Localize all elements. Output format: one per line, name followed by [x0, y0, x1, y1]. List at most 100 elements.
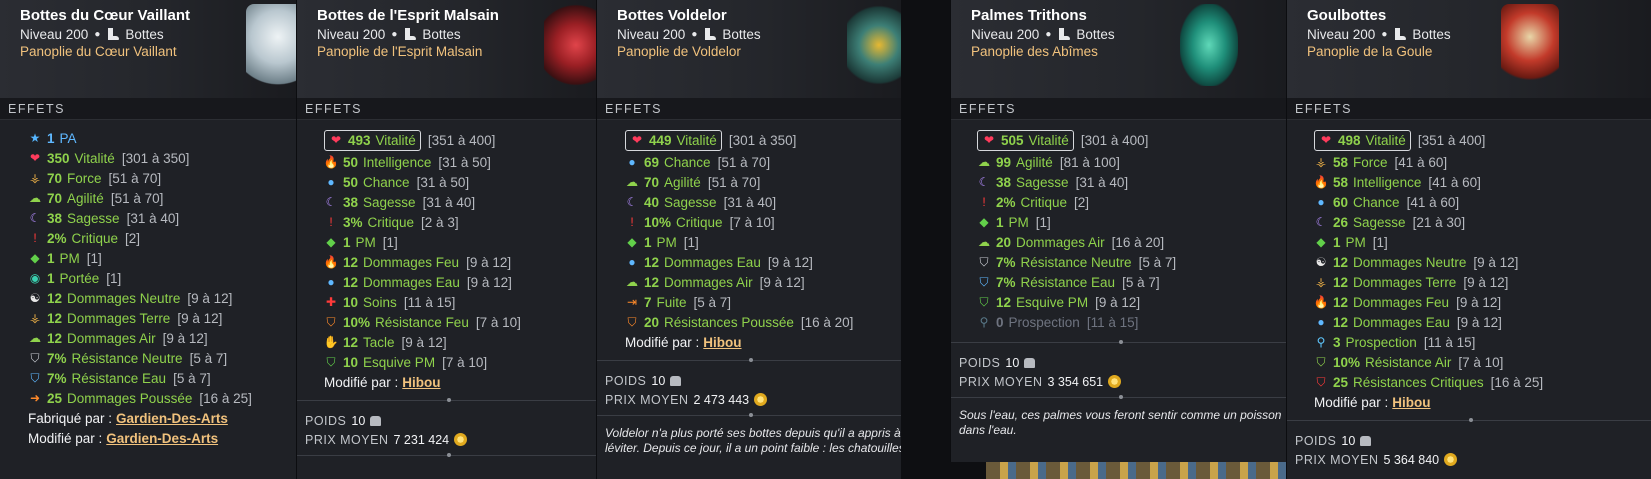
effect-line: ☁ 12 Dommages Air [9 à 12] — [626, 274, 805, 290]
separator-dot: ● — [1381, 29, 1388, 40]
shield-pm-icon: ⛉ — [979, 295, 989, 309]
effect-line-vitality: ❤ 449 Vitalité [301 à 350] — [625, 128, 901, 152]
effect-line: 🔥 50 Intelligence [31 à 50] — [323, 154, 491, 170]
effect-line: ● 60 Chance [41 à 60] — [1314, 192, 1651, 212]
separator-dot: ● — [1045, 29, 1052, 40]
heart-icon: ❤ — [631, 133, 643, 147]
crafter-link[interactable]: Gardien-Des-Arts — [116, 411, 228, 426]
neutral-icon: ☯ — [1315, 255, 1327, 269]
critical-icon: ! — [329, 215, 333, 229]
heart-icon: ❤ — [330, 133, 342, 147]
effect-line: ☁ 70 Agilité [51 à 70] — [626, 174, 761, 190]
item-card-bottes-esprit-malsain: Bottes de l'Esprit Malsain Niveau 200 ● Bo… — [296, 0, 596, 479]
effect-line: ! 2% Critique [2] — [977, 192, 1286, 212]
effect-line: ☁ 12 Dommages Air [9 à 12] — [29, 330, 208, 346]
shield-pm-icon: ⛉ — [326, 355, 336, 369]
heal-cross-icon: ✚ — [325, 295, 337, 309]
effect-line: ⛉ 10% Résistance Feu [7 à 10] — [324, 312, 596, 332]
effect-line: ● 12 Dommages Eau [9 à 12] — [1314, 312, 1651, 332]
item-name: Palmes Trithons — [971, 7, 1087, 24]
effect-line: 🔥 12 Dommages Feu [9 à 12] — [1313, 294, 1502, 310]
item-description: Voldelor n'a plus porté ses bottes depui… — [605, 426, 901, 455]
effect-line: ⛉ 10% Résistance Air [7 à 10] — [1314, 352, 1651, 372]
effect-line: ☾ 38 Sagesse [31 à 40] — [978, 174, 1129, 190]
boots-icon — [1393, 28, 1407, 41]
shield-water-icon: ⛉ — [30, 371, 40, 385]
shield-fire-icon: ⛉ — [326, 315, 336, 329]
item-set-link[interactable]: Panoplie des Abîmes — [971, 44, 1286, 59]
water-icon: ● — [628, 255, 636, 269]
effect-line-inactive: ⚲ 0 Prospection [11 à 15] — [977, 312, 1286, 332]
fire-icon: 🔥 — [1313, 295, 1329, 309]
effects-section-title: EFFETS — [1287, 98, 1651, 120]
effect-line: ● 12 Dommages Eau [9 à 12] — [625, 252, 901, 272]
effect-line: ⛉ 7% Résistance Eau [5 à 7] — [977, 272, 1286, 292]
effect-line: ⛉ 25 Résistances Critiques [16 à 25] — [1314, 372, 1651, 392]
effect-line: ! 2% Critique [2] — [28, 228, 296, 248]
effect-line: ☾ 38 Sagesse [31 à 40] — [29, 210, 180, 226]
critical-icon: ! — [982, 195, 986, 209]
shield-air-icon: ⛉ — [1316, 355, 1326, 369]
item-card-goulbottes: Goulbottes Niveau 200 ● Bottes Panoplie de… — [1286, 0, 1651, 479]
effect-line-vitality: ❤ 493 Vitalité [351 à 400] — [324, 128, 596, 152]
weight-row: POIDS 10 — [297, 411, 596, 430]
separator-dot: ● — [691, 29, 698, 40]
heart-icon: ❤ — [29, 151, 41, 165]
effect-line: ⛉ 7% Résistance Eau [5 à 7] — [28, 368, 296, 388]
effects-list: ★ 1 PA ❤ 350 Vitalité [301 à 350] ⚶ 70 Force [51… — [0, 120, 296, 408]
pm-icon: ◆ — [979, 215, 989, 229]
card-header: Bottes du Cœur Vaillant Niveau 200 ● Botte… — [0, 0, 296, 98]
effect-line: ⚶ 12 Dommages Terre [9 à 12] — [29, 310, 223, 326]
modifier-link[interactable]: Hibou — [1392, 395, 1430, 410]
separator-dot: ● — [391, 29, 398, 40]
pm-icon: ◆ — [627, 235, 637, 249]
weight-icon — [1360, 435, 1372, 446]
item-set-link[interactable]: Panoplie de la Goule — [1307, 44, 1651, 59]
water-icon: ● — [1317, 315, 1325, 329]
kamas-icon — [454, 433, 468, 446]
effect-line: ☾ 38 Sagesse [31 à 40] — [325, 194, 476, 210]
item-stats-footer: POIDS 10 PRIX MOYEN 2 473 443 — [597, 367, 901, 409]
item-image — [847, 4, 901, 86]
moon-icon: ☾ — [325, 195, 337, 209]
heart-icon: ❤ — [983, 133, 995, 147]
game-scene-background — [986, 462, 1286, 479]
vitality-highlight-box: ❤ 449 Vitalité — [625, 129, 722, 151]
water-icon: ● — [327, 275, 335, 289]
effect-line: ◆ 1 PM [1] — [28, 248, 296, 268]
vitality-highlight-box: ❤ 493 Vitalité — [324, 129, 421, 151]
effects-section-title: EFFETS — [951, 98, 1286, 120]
earth-icon: ⚶ — [29, 171, 41, 185]
fire-icon: 🔥 — [1313, 175, 1329, 189]
shield-neutral-icon: ⛉ — [30, 351, 40, 365]
effects-list: ❤ 449 Vitalité [301 à 350] ● 69 Chance [51 à 7… — [597, 120, 901, 352]
card-header: Bottes de l'Esprit Malsain Niveau 200 ● Bo… — [297, 0, 596, 98]
water-icon: ● — [327, 175, 335, 189]
flee-icon: ⇥ — [626, 295, 638, 309]
item-level: Niveau 200 — [20, 27, 89, 42]
vitality-highlight-box: ❤ 498 Vitalité — [1314, 129, 1411, 151]
divider — [951, 395, 1286, 399]
moon-icon: ☾ — [29, 211, 41, 225]
fire-icon: 🔥 — [323, 155, 339, 169]
modifier-link[interactable]: Gardien-Des-Arts — [106, 431, 218, 446]
air-icon: ☁ — [626, 275, 638, 289]
average-price-row: PRIX MOYEN 2 473 443 — [597, 390, 901, 409]
modifier-link[interactable]: Hibou — [703, 335, 741, 350]
effect-line: ☾ 26 Sagesse [21 à 30] — [1315, 214, 1466, 230]
effect-line: ◆ 1 PM [1] — [324, 232, 596, 252]
item-type: Bottes — [125, 27, 164, 42]
divider — [297, 453, 596, 457]
air-icon: ☁ — [978, 155, 990, 169]
effect-line: ⛉ 10 Esquive PM [7 à 10] — [324, 352, 596, 372]
effects-section-title: EFFETS — [0, 98, 296, 120]
modifier-link[interactable]: Hibou — [402, 375, 440, 390]
effect-line: ⛉ 12 Esquive PM [9 à 12] — [977, 292, 1286, 312]
vitality-highlight-box: ❤ 505 Vitalité — [977, 129, 1074, 151]
earth-icon: ⚶ — [29, 311, 41, 325]
earth-icon: ⚶ — [1315, 155, 1327, 169]
moon-icon: ☾ — [1315, 215, 1327, 229]
effect-line: ◆ 1 PM [1] — [977, 212, 1286, 232]
effect-line: ➜ 25 Dommages Poussée [16 à 25] — [29, 390, 252, 406]
effects-section-title: EFFETS — [297, 98, 596, 120]
